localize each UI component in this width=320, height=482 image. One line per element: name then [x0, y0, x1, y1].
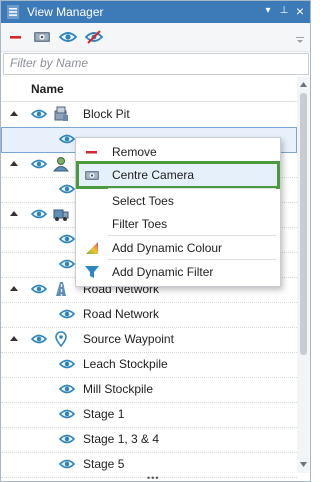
user-group-icon: [53, 157, 69, 172]
truck-icon: [53, 209, 69, 221]
toolbar: [1, 23, 310, 52]
minus-icon: [86, 151, 97, 154]
menu-item-select-toes[interactable]: Select Toes: [78, 189, 278, 213]
menu-item-label: Add Dynamic Colour: [112, 241, 223, 255]
camera-icon[interactable]: [33, 29, 51, 45]
eye-icon[interactable]: [59, 433, 75, 445]
close-icon[interactable]: ×: [293, 3, 307, 19]
menu-item-centre-camera[interactable]: Centre Camera: [76, 161, 280, 189]
menu-item-remove[interactable]: Remove: [78, 140, 278, 164]
menu-item-filter-toes[interactable]: Filter Toes: [78, 212, 278, 236]
eye-icon[interactable]: [59, 29, 77, 45]
funnel-icon: [85, 266, 99, 278]
tree-row-label: Leach Stockpile: [83, 357, 168, 371]
eye-off-icon[interactable]: [85, 29, 103, 45]
eye-icon[interactable]: [59, 408, 75, 420]
window-title: View Manager: [27, 5, 104, 19]
expand-triangle-icon[interactable]: [10, 210, 18, 218]
eye-icon[interactable]: [31, 108, 47, 120]
title-bar[interactable]: View Manager ▾ ⊥ ×: [1, 1, 310, 23]
eye-icon[interactable]: [59, 233, 75, 245]
tree-row[interactable]: Leach Stockpile: [1, 352, 297, 378]
tree-row[interactable]: Block Pit: [1, 102, 297, 128]
expand-triangle-icon[interactable]: [10, 110, 18, 118]
eye-icon[interactable]: [31, 208, 47, 220]
minus-icon[interactable]: [7, 29, 25, 45]
menu-item-label: Select Toes: [112, 194, 174, 208]
tree-row-label: Road Network: [83, 307, 160, 321]
tree-row[interactable]: Stage 1: [1, 402, 297, 428]
colour-gradient-icon: [86, 242, 98, 254]
list-icon: [7, 5, 19, 19]
column-header-name: Name: [31, 82, 64, 96]
expand-triangle-icon[interactable]: [10, 160, 18, 168]
tree-row-label: Source Waypoint: [83, 332, 174, 346]
tree-row-label: Stage 5: [83, 457, 125, 471]
context-menu: Remove Centre Camera Select Toes Filter …: [75, 137, 281, 287]
expand-triangle-icon[interactable]: [10, 285, 18, 293]
scroll-up-icon[interactable]: [300, 81, 307, 88]
menu-item-label: Centre Camera: [112, 168, 195, 182]
filter-input[interactable]: [4, 54, 308, 72]
tree-row[interactable]: Road Network: [1, 302, 297, 328]
pit-block-icon: [54, 106, 68, 121]
vertical-scrollbar[interactable]: [297, 77, 310, 473]
eye-icon[interactable]: [31, 333, 47, 345]
eye-icon[interactable]: [59, 258, 75, 270]
expand-triangle-icon[interactable]: [10, 335, 18, 343]
menu-item-add-dynamic-colour[interactable]: Add Dynamic Colour: [78, 236, 278, 260]
pin-icon[interactable]: ⊥: [277, 3, 291, 19]
menu-item-label: Filter Toes: [112, 217, 168, 231]
resize-grip[interactable]: •••: [147, 474, 163, 482]
eye-icon[interactable]: [59, 458, 75, 470]
tree-row[interactable]: Source Waypoint: [1, 327, 297, 353]
road-network-icon: [56, 282, 66, 296]
menu-item-add-dynamic-filter[interactable]: Add Dynamic Filter: [78, 260, 278, 284]
eye-icon[interactable]: [59, 183, 75, 195]
tree-row-label: Mill Stockpile: [83, 382, 154, 396]
menu-dropdown-icon[interactable]: ▾: [261, 3, 275, 19]
eye-icon[interactable]: [59, 133, 75, 145]
map-pin-icon: [55, 331, 67, 347]
tree-row[interactable]: Mill Stockpile: [1, 377, 297, 403]
camera-icon: [85, 171, 99, 180]
chevron-down-icon[interactable]: [296, 37, 304, 45]
eye-icon[interactable]: [31, 158, 47, 170]
scrollbar-thumb[interactable]: [300, 93, 307, 355]
column-header[interactable]: Name: [1, 77, 297, 102]
menu-item-label: Add Dynamic Filter: [112, 265, 214, 279]
scroll-down-icon[interactable]: [300, 461, 307, 468]
tree-row[interactable]: Stage 1, 3 & 4: [1, 427, 297, 453]
eye-icon[interactable]: [59, 383, 75, 395]
filter-box: [3, 53, 309, 75]
tree-row-label: Block Pit: [83, 107, 130, 121]
eye-icon[interactable]: [31, 283, 47, 295]
tree-row-label: Stage 1: [83, 407, 125, 421]
eye-icon[interactable]: [59, 308, 75, 320]
view-manager-panel: View Manager ▾ ⊥ × Filter by Name Name B…: [0, 0, 311, 482]
tree-row-label: Stage 1, 3 & 4: [83, 432, 160, 446]
menu-item-label: Remove: [112, 145, 157, 159]
eye-icon[interactable]: [59, 358, 75, 370]
